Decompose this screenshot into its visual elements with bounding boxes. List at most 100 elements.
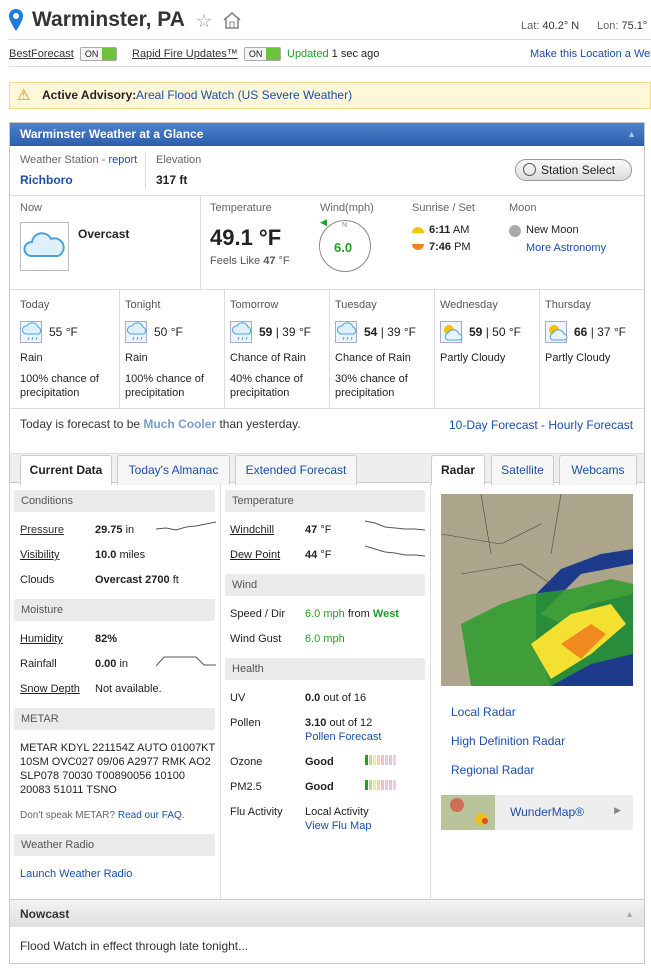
conditions-header: Conditions: [14, 490, 215, 512]
moisture-header: Moisture: [14, 599, 215, 621]
forecast-condition: Chance of Rain: [230, 352, 306, 364]
collapse-icon[interactable]: ▲: [627, 123, 636, 146]
forecast-day[interactable]: Tonight 50 °F Rain 100% chance of precipita…: [125, 290, 225, 408]
local-radar-link[interactable]: Local Radar: [451, 705, 516, 719]
tab-todays-almanac[interactable]: Today's Almanac: [117, 455, 230, 485]
pollen-forecast-link[interactable]: Pollen Forecast: [305, 731, 381, 743]
ozone-value: Good: [305, 756, 334, 768]
tab-current-data[interactable]: Current Data: [20, 455, 112, 485]
target-icon: [523, 163, 536, 176]
wundermap-button[interactable]: WunderMap® ▶: [441, 795, 633, 830]
temperature-header: Temperature: [225, 490, 425, 512]
regional-radar-link[interactable]: Regional Radar: [451, 763, 534, 777]
moon-phase: New Moon: [526, 224, 579, 236]
ozone-scale: [365, 755, 396, 765]
now-condition: Overcast: [78, 227, 130, 241]
forecast-detail: 100% chance of precipitation: [125, 373, 204, 399]
current-temperature: 49.1 °F: [210, 225, 282, 250]
visibility-value: 10.0 miles: [95, 549, 146, 561]
pm25-scale: [365, 780, 396, 790]
rain-icon: [125, 321, 147, 343]
bestforecast-toggle[interactable]: BestForecast ON: [9, 47, 118, 61]
forecast-day[interactable]: Tuesday 54 | 39 °F Chance of Rain 30% chanc…: [335, 290, 435, 408]
wind-speed-dir: 6.0 mph from West: [305, 608, 399, 620]
home-icon[interactable]: [222, 11, 242, 29]
pressure-sparkline: [156, 521, 216, 531]
dew-point-value: 44 °F: [305, 549, 332, 561]
metar-faq-link[interactable]: Read our FAQ.: [118, 810, 185, 821]
make-location-link[interactable]: Make this Location a Wea: [530, 48, 651, 60]
rain-icon: [230, 321, 252, 343]
dewpoint-sparkline: [365, 545, 425, 557]
wind-compass: N ◀ 6.0: [319, 217, 371, 272]
rain-icon: [20, 321, 42, 343]
favorite-star-icon[interactable]: ☆: [196, 11, 212, 32]
page-title: Warminster, PA: [32, 8, 185, 31]
pressure-value: 29.75 in: [95, 524, 135, 536]
pm25-value: Good: [305, 781, 334, 793]
snow-depth-value: Not available.: [95, 683, 162, 695]
wind-header: Wind: [225, 574, 425, 596]
forecast-detail: 30% chance of precipitation: [335, 373, 408, 399]
cooler-note: Today is forecast to be Much Cooler than…: [20, 417, 301, 431]
station-select-button[interactable]: Station Select: [515, 159, 632, 181]
forecast-day-name: Today: [20, 299, 50, 311]
weather-radio-header: Weather Radio: [14, 834, 215, 856]
station-link[interactable]: Richboro: [20, 173, 73, 187]
forecast-row: Today 55 °F Rain 100% chance of precipitati…: [10, 290, 644, 408]
forecast-day-name: Tomorrow: [230, 299, 279, 311]
flu-map-link[interactable]: View Flu Map: [305, 820, 371, 832]
nowcast-text: Flood Watch in effect through late tonig…: [20, 939, 249, 953]
windchill-value: 47 °F: [305, 524, 332, 536]
metar-header: METAR: [14, 708, 215, 730]
rain-icon: [335, 321, 357, 343]
elevation-value: 317 ft: [156, 173, 188, 187]
sunset-icon: [412, 243, 424, 255]
forecast-day[interactable]: Thursday 66 | 37 °F Partly Cloudy: [545, 290, 645, 408]
humidity-value: 82%: [95, 633, 118, 645]
flu-activity-value: Local Activity: [305, 806, 369, 818]
sunrise-icon: [412, 224, 424, 236]
forecast-day-name: Tonight: [125, 299, 161, 311]
forecast-temp: 50 °F: [154, 325, 183, 339]
longitude: Lon: 75.1°: [597, 20, 648, 32]
hourly-link[interactable]: Hourly Forecast: [548, 418, 633, 432]
forecast-temp: 66 | 37 °F: [574, 325, 626, 339]
ten-day-link[interactable]: 10-Day Forecast: [449, 418, 538, 432]
forecast-day[interactable]: Wednesday 59 | 50 °F Partly Cloudy: [440, 290, 540, 408]
forecast-day-name: Thursday: [545, 299, 591, 311]
launch-radio-link[interactable]: Launch Weather Radio: [20, 868, 132, 880]
weather-glance-panel: Warminster Weather at a Glance ▲ Weather …: [9, 122, 645, 964]
rapid-fire-toggle[interactable]: Rapid Fire Updates™ ON: [132, 47, 282, 61]
arrow-right-icon: ▶: [614, 805, 621, 815]
forecast-condition: Partly Cloudy: [440, 352, 506, 364]
more-astronomy-link[interactable]: More Astronomy: [526, 242, 606, 254]
wind-speed: 6.0: [334, 240, 353, 255]
rainfall-value: 0.00 in: [95, 658, 129, 670]
report-link[interactable]: report: [108, 154, 137, 166]
windchill-sparkline: [365, 520, 425, 531]
overcast-icon: [20, 222, 69, 271]
active-advisory: ⚠ Active Advisory: Areal Flood Watch (US…: [9, 82, 651, 109]
wind-gust-value: 6.0 mph: [305, 633, 345, 645]
forecast-day[interactable]: Tomorrow 59 | 39 °F Chance of Rain 40% chan…: [230, 290, 330, 408]
forecast-temp: 54 | 39 °F: [364, 325, 416, 339]
location-pin-icon: [9, 9, 23, 31]
forecast-condition: Chance of Rain: [335, 352, 411, 364]
hd-radar-link[interactable]: High Definition Radar: [451, 734, 565, 748]
tab-radar[interactable]: Radar: [431, 455, 485, 485]
forecast-condition: Rain: [20, 352, 43, 364]
tab-extended-forecast[interactable]: Extended Forecast: [235, 455, 357, 485]
data-tabs-bar: Current Data Today's Almanac Extended Fo…: [10, 453, 644, 485]
health-header: Health: [225, 658, 425, 680]
forecast-day[interactable]: Today 55 °F Rain 100% chance of precipitati…: [20, 290, 120, 408]
radar-map[interactable]: [441, 494, 633, 686]
tab-satellite[interactable]: Satellite: [491, 455, 554, 485]
forecast-temp: 59 | 50 °F: [469, 325, 521, 339]
tab-webcams[interactable]: Webcams: [559, 455, 637, 485]
advisory-link[interactable]: Areal Flood Watch (US Severe Weather): [136, 83, 352, 108]
collapse-nowcast-icon[interactable]: ▲: [625, 900, 634, 928]
forecast-temp: 55 °F: [49, 325, 78, 339]
rainfall-sparkline: [156, 656, 216, 667]
wundermap-thumbnail-icon: [441, 795, 495, 830]
